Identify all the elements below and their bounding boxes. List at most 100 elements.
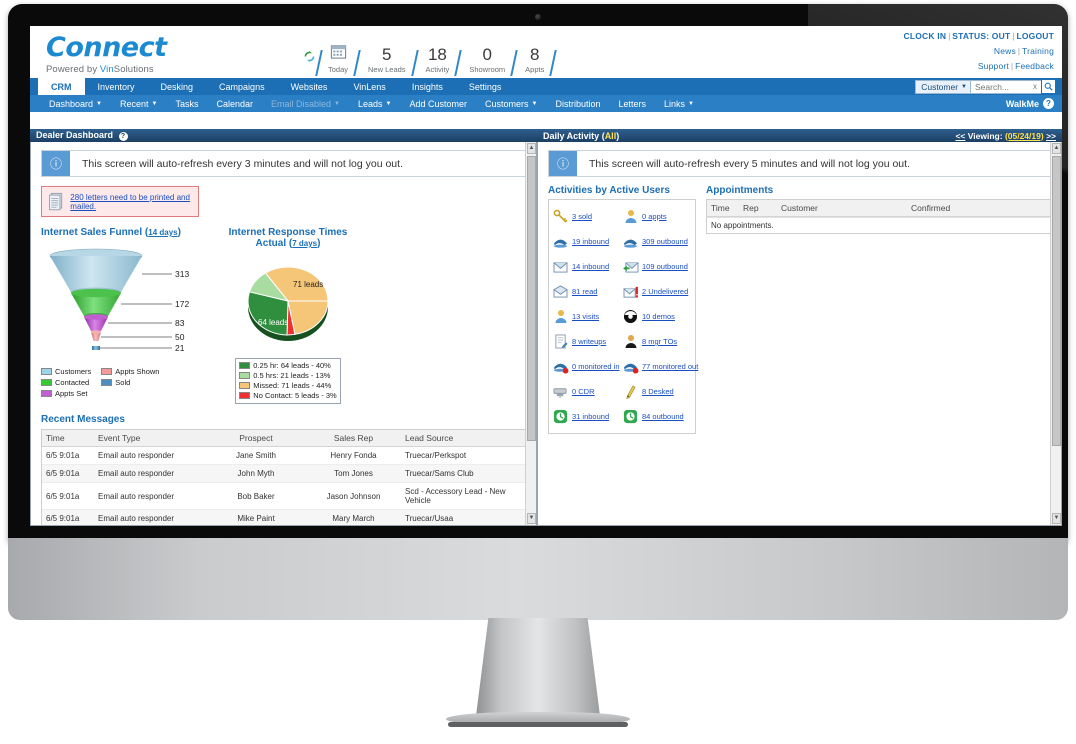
activity-undelivered[interactable]: 2 Undelivered	[622, 279, 692, 304]
help-icon[interactable]: ?	[1043, 98, 1054, 109]
subnav-letters[interactable]: Letters	[610, 99, 656, 109]
subnav-distribution[interactable]: Distribution	[546, 99, 609, 109]
subnav-dashboard[interactable]: Dashboard ▼	[40, 99, 111, 109]
pie-range-link[interactable]: 7 days	[292, 239, 317, 248]
table-row[interactable]: 6/5 9:01a Email auto responder John Myth…	[42, 464, 525, 483]
activity-link[interactable]: 0 CDR	[572, 387, 595, 396]
activity-calls-outbound[interactable]: 309 outbound	[622, 229, 692, 254]
subnav-add-customer[interactable]: Add Customer	[400, 99, 476, 109]
activity-link[interactable]: 14 inbound	[572, 262, 609, 271]
activity-link[interactable]: 31 inbound	[572, 412, 609, 421]
activity-link[interactable]: 3 sold	[572, 212, 592, 221]
activity-email-outbound[interactable]: 109 outbound	[622, 254, 692, 279]
legend-swatch	[239, 392, 251, 399]
subnav-calendar[interactable]: Calendar	[207, 99, 262, 109]
search-button[interactable]	[1041, 79, 1056, 94]
activity-text-inbound[interactable]: 31 inbound	[552, 404, 622, 429]
help-icon[interactable]: ?	[118, 132, 128, 141]
person-icon	[552, 308, 569, 325]
clear-search-icon[interactable]: x	[1033, 82, 1037, 91]
nav-tab-campaigns[interactable]: Campaigns	[206, 78, 278, 95]
nav-tab-settings[interactable]: Settings	[456, 78, 515, 95]
primary-navigation: CRM Inventory Desking Campaigns Websites…	[30, 78, 1062, 95]
panel-title-text: Dealer Dashboard	[36, 130, 114, 140]
feedback-link[interactable]: Feedback	[1015, 61, 1054, 71]
subnav-tasks[interactable]: Tasks	[166, 99, 207, 109]
activity-email-inbound[interactable]: 14 inbound	[552, 254, 622, 279]
activity-link[interactable]: 8 Desked	[642, 387, 674, 396]
activity-desked[interactable]: 8 Desked	[622, 379, 692, 404]
activity-link[interactable]: 8 writeups	[572, 337, 606, 346]
activity-cdr[interactable]: 0 CDR	[552, 379, 622, 404]
nav-tab-crm[interactable]: CRM	[38, 78, 85, 95]
activity-demos[interactable]: 10 demos	[622, 304, 692, 329]
nav-tab-vinlens[interactable]: VinLens	[340, 78, 398, 95]
activity-mgr-tos[interactable]: 8 mgr TOs	[622, 329, 692, 354]
metric-activity[interactable]: 18 Activity	[416, 46, 463, 76]
nav-tab-insights[interactable]: Insights	[399, 78, 456, 95]
activity-link[interactable]: 0 appts	[642, 212, 667, 221]
activity-calls-inbound[interactable]: 19 inbound	[552, 229, 622, 254]
activity-link[interactable]: 84 outbound	[642, 412, 684, 421]
activity-visits[interactable]: 13 visits	[552, 304, 622, 329]
activity-link[interactable]: 19 inbound	[572, 237, 609, 246]
scrollbar-thumb[interactable]	[527, 156, 536, 441]
metric-today[interactable]: Today	[315, 43, 361, 76]
activity-link[interactable]: 2 Undelivered	[642, 287, 688, 296]
activity-email-read[interactable]: 81 read	[552, 279, 622, 304]
nav-tab-desking[interactable]: Desking	[148, 78, 207, 95]
search-scope-dropdown[interactable]: Customer ▼	[915, 79, 971, 94]
prev-day-button[interactable]: <<	[955, 131, 965, 141]
activity-link[interactable]: 81 read	[572, 287, 597, 296]
scroll-up-icon[interactable]: ▲	[1052, 143, 1061, 154]
table-row[interactable]: 6/5 9:01a Email auto responder Bob Baker…	[42, 482, 525, 510]
activity-link[interactable]: 309 outbound	[642, 237, 688, 246]
clock-in-link[interactable]: CLOCK IN	[904, 31, 947, 41]
cell-prospect: Jane Smith	[206, 446, 306, 465]
panel-filter-link[interactable]: All	[605, 131, 617, 141]
viewing-date[interactable]: (05/24/19)	[1005, 131, 1044, 141]
subnav-customers[interactable]: Customers ▼	[476, 99, 546, 109]
activity-link[interactable]: 8 mgr TOs	[642, 337, 677, 346]
activity-link[interactable]: 109 outbound	[642, 262, 688, 271]
status-link[interactable]: STATUS: OUT	[952, 31, 1010, 41]
activities-list: 3 sold 0 appts 19 inbound 309 outbound 1…	[548, 199, 698, 434]
left-panel-scrollbar[interactable]: ▲ ▼	[525, 142, 536, 525]
letters-alert-link[interactable]: 280 letters need to be printed and maile…	[70, 193, 198, 211]
activity-sold[interactable]: 3 sold	[552, 204, 622, 229]
metric-new-leads[interactable]: 5 New Leads	[358, 46, 419, 76]
activity-appts[interactable]: 0 appts	[622, 204, 692, 229]
scrollbar-thumb[interactable]	[1052, 156, 1061, 446]
nav-tab-websites[interactable]: Websites	[278, 78, 341, 95]
writeup-icon	[552, 333, 569, 350]
subnav-links[interactable]: Links ▼	[655, 99, 703, 109]
metric-showroom[interactable]: 0 Showroom	[459, 46, 518, 76]
subnav-leads[interactable]: Leads ▼	[349, 99, 400, 109]
training-link[interactable]: Training	[1022, 46, 1054, 56]
refresh-icon[interactable]	[300, 36, 318, 76]
activity-link[interactable]: 13 visits	[572, 312, 599, 321]
logout-link[interactable]: LOGOUT	[1016, 31, 1054, 41]
support-link[interactable]: Support	[978, 61, 1009, 71]
funnel-range-link[interactable]: 14 days	[148, 228, 177, 237]
activity-link[interactable]: 0 monitored in	[572, 362, 620, 371]
nav-tab-inventory[interactable]: Inventory	[85, 78, 148, 95]
activity-text-outbound[interactable]: 84 outbound	[622, 404, 692, 429]
letters-alert[interactable]: 280 letters need to be printed and maile…	[41, 186, 199, 217]
activity-writeups[interactable]: 8 writeups	[552, 329, 622, 354]
scroll-up-icon[interactable]: ▲	[527, 143, 536, 154]
scroll-down-icon[interactable]: ▼	[1052, 513, 1061, 524]
activity-monitored-in[interactable]: 0 monitored in	[552, 354, 622, 379]
table-row[interactable]: 6/5 9:01a Email auto responder Jane Smit…	[42, 446, 525, 465]
news-link[interactable]: News	[994, 46, 1016, 56]
walkme-widget[interactable]: WalkMe ?	[1006, 98, 1054, 109]
next-day-button[interactable]: >>	[1046, 131, 1056, 141]
table-row[interactable]: 6/5 9:01a Email auto responder Mike Pain…	[42, 509, 525, 525]
metric-appts[interactable]: 8 Appts	[515, 46, 558, 76]
right-panel-scrollbar[interactable]: ▲ ▼	[1050, 142, 1061, 525]
subnav-recent[interactable]: Recent ▼	[111, 99, 166, 109]
activity-link[interactable]: 10 demos	[642, 312, 675, 321]
scroll-down-icon[interactable]: ▼	[527, 513, 536, 524]
activity-monitored-out[interactable]: 77 monitored out	[622, 354, 698, 379]
activity-link[interactable]: 77 monitored out	[642, 362, 698, 371]
